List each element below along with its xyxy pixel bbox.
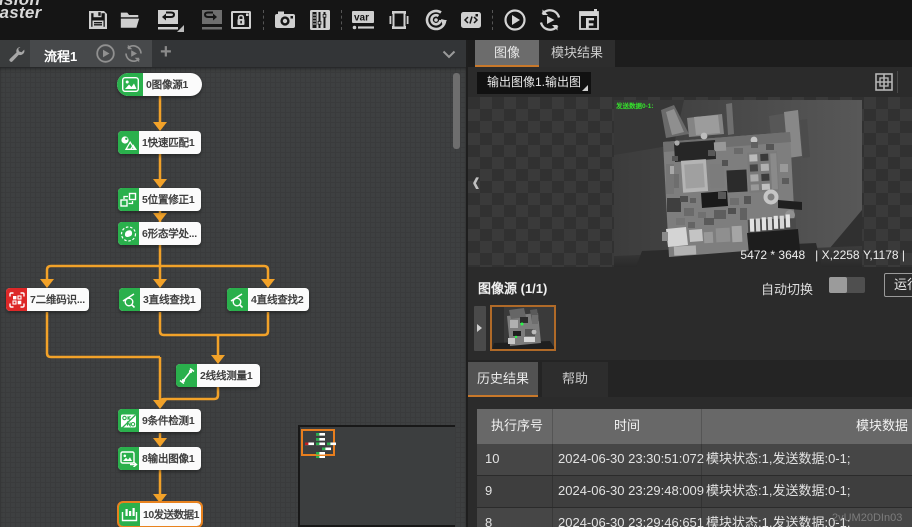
svg-text:var: var [354,13,369,24]
